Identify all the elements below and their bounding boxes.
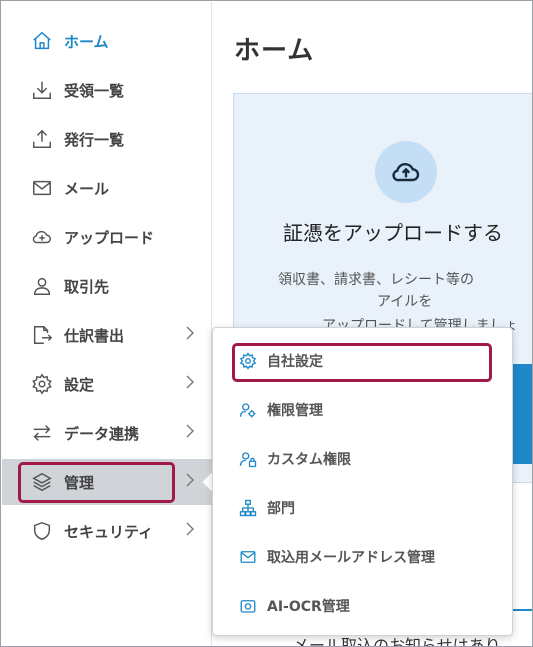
upload-description: 領収書、請求書、レシート等の	[278, 272, 474, 288]
mail-icon	[30, 176, 54, 200]
sidebar-item-data-integration[interactable]: データ連携	[2, 410, 212, 456]
sidebar-item-label: 取引先	[64, 277, 110, 296]
org-chart-icon	[237, 497, 259, 519]
sync-arrows-icon	[30, 421, 54, 445]
cloud-upload-icon	[375, 141, 437, 203]
highlight-company-settings	[232, 343, 492, 382]
menu-item-custom-permissions[interactable]: カスタム権限	[213, 436, 513, 482]
chevron-right-icon	[182, 374, 198, 390]
highlight-admin	[18, 462, 175, 503]
page-title: ホーム	[234, 36, 315, 66]
menu-item-import-email-management[interactable]: 取込用メールアドレス管理	[213, 534, 513, 580]
chevron-right-icon	[182, 325, 198, 341]
sidebar-item-partners[interactable]: 取引先	[2, 263, 212, 309]
sidebar-item-journal-export[interactable]: 仕訳書出	[2, 312, 212, 358]
sidebar-item-label: 発行一覧	[64, 130, 125, 149]
sidebar: ホーム 受領一覧 発行一覧 メール アップロード 取引先 仕訳書出 設定 データ…	[2, 2, 212, 646]
menu-item-label: AI-OCR管理	[267, 599, 350, 615]
sidebar-item-label: ホーム	[64, 32, 109, 51]
sidebar-item-home[interactable]: ホーム	[2, 18, 212, 64]
menu-item-label: 取込用メールアドレス管理	[267, 550, 435, 566]
export-doc-icon	[30, 323, 54, 347]
sidebar-item-security[interactable]: セキュリティ	[2, 508, 212, 554]
chevron-right-icon	[182, 423, 198, 439]
sidebar-item-label: メール	[64, 179, 110, 198]
sidebar-item-label: 受領一覧	[64, 81, 125, 100]
sidebar-item-label: 設定	[64, 375, 95, 394]
menu-item-label: 権限管理	[267, 403, 323, 419]
menu-item-permission-management[interactable]: 権限管理	[213, 387, 513, 433]
sidebar-item-label: アップロード	[64, 228, 155, 247]
chevron-right-icon	[182, 472, 198, 488]
sidebar-item-label: セキュリティ	[64, 522, 154, 541]
mail-icon	[237, 546, 259, 568]
admin-submenu: 自社設定 権限管理 カスタム権限 部門 取込用メールアドレス管理 AI-OCR管…	[212, 327, 513, 636]
user-gear-icon	[237, 399, 259, 421]
sidebar-item-upload[interactable]: アップロード	[2, 214, 212, 260]
upload-title: 証憑をアップロードする	[283, 221, 503, 245]
app-window: ホーム 受領一覧 発行一覧 メール アップロード 取引先 仕訳書出 設定 データ…	[0, 0, 533, 647]
upload-description: アイルを	[377, 294, 433, 310]
shield-icon	[30, 519, 54, 543]
user-lock-icon	[237, 448, 259, 470]
chevron-right-icon	[182, 521, 198, 537]
upload-tray-icon	[30, 127, 54, 151]
menu-item-ai-ocr-management[interactable]: AI-OCR管理	[213, 583, 513, 629]
menu-item-label: 部門	[267, 501, 295, 517]
gear-icon	[30, 372, 54, 396]
sidebar-item-issued[interactable]: 発行一覧	[2, 116, 212, 162]
sidebar-item-received[interactable]: 受領一覧	[2, 67, 212, 113]
sidebar-item-label: データ連携	[64, 424, 140, 443]
sidebar-item-mail[interactable]: メール	[2, 165, 212, 211]
download-tray-icon	[30, 78, 54, 102]
home-icon	[30, 29, 54, 53]
menu-item-departments[interactable]: 部門	[213, 485, 513, 531]
menu-item-label: カスタム権限	[267, 452, 351, 468]
sidebar-item-settings[interactable]: 設定	[2, 361, 212, 407]
camera-icon	[237, 595, 259, 617]
person-icon	[30, 274, 54, 298]
plus-cloud-icon	[30, 225, 54, 249]
sidebar-item-label: 仕訳書出	[64, 326, 125, 345]
